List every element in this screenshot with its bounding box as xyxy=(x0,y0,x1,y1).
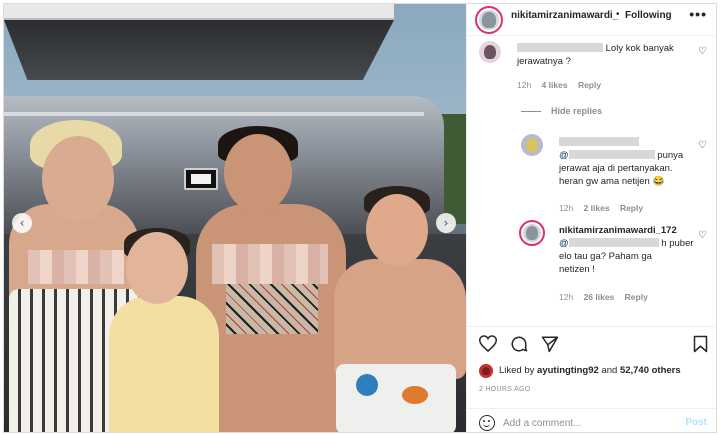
author-avatar[interactable] xyxy=(519,220,545,246)
author-avatar[interactable] xyxy=(475,6,503,34)
comment-icon[interactable] xyxy=(510,335,528,353)
reply-comment: @ punya jerawat aja di pertanyakan. hera… xyxy=(467,132,716,214)
reply-text: @ punya jerawat aja di pertanyakan. hera… xyxy=(559,136,699,188)
separator-dot: • xyxy=(616,9,620,20)
person-boy-right xyxy=(334,259,466,379)
likes-count[interactable]: 52,740 others xyxy=(620,365,681,376)
post-actions-bar xyxy=(467,326,716,356)
post-photo[interactable]: ‹ › xyxy=(4,4,466,432)
more-options-icon[interactable]: ••• xyxy=(689,6,707,22)
reply-button[interactable]: Reply xyxy=(578,80,601,90)
bookmark-icon[interactable] xyxy=(693,335,708,353)
liker-avatar[interactable] xyxy=(479,364,493,378)
hide-replies-button[interactable]: Hide replies xyxy=(551,106,602,116)
redacted-mention xyxy=(568,238,659,247)
comment-likes[interactable]: 4 likes xyxy=(542,80,568,90)
redacted-username xyxy=(517,43,603,52)
liker-username[interactable]: ayutingting92 xyxy=(537,365,599,376)
reply-comment: nikitamirzanimawardi_172 @ h puber elo t… xyxy=(467,218,716,308)
carousel-prev-button[interactable]: ‹ xyxy=(12,213,32,233)
post-comment-button[interactable]: Post xyxy=(685,417,707,428)
reply-meta: 12h 2 likes Reply xyxy=(559,203,644,213)
add-comment-row: Post xyxy=(467,408,716,432)
censor-blur xyxy=(212,244,328,284)
replier-avatar[interactable] xyxy=(521,134,543,156)
author-username[interactable]: nikitamirzanimawardi_ xyxy=(511,10,618,21)
comment-like-heart-icon[interactable]: ♡ xyxy=(698,46,707,57)
post-side-panel: nikitamirzanimawardi_ • Following ••• Lo… xyxy=(466,4,716,432)
post-timestamp[interactable]: 2 HOURS AGO xyxy=(479,386,531,393)
reply-meta: 12h 26 likes Reply xyxy=(559,292,648,302)
post-header: nikitamirzanimawardi_ • Following ••• xyxy=(467,4,716,36)
heart-icon[interactable] xyxy=(479,335,497,352)
comment: Loly kok banyak jerawatnya ? 12h 4 likes… xyxy=(467,40,716,98)
following-button[interactable]: Following xyxy=(625,10,672,21)
reply-button[interactable]: Reply xyxy=(620,203,643,213)
comment-meta: 12h 4 likes Reply xyxy=(517,80,609,90)
hide-replies-line xyxy=(521,111,541,112)
comment-time: 12h xyxy=(517,80,532,90)
reply-text: nikitamirzanimawardi_172 @ h puber elo t… xyxy=(559,225,694,275)
comment-like-heart-icon[interactable]: ♡ xyxy=(698,140,707,151)
carousel-next-button[interactable]: › xyxy=(436,213,456,233)
comment-text: Loly kok banyak jerawatnya ? xyxy=(517,43,674,67)
person-toddler xyxy=(109,296,219,432)
censor-blur xyxy=(28,250,124,284)
share-icon[interactable] xyxy=(541,335,559,353)
instagram-post: ‹ › nikitamirzanimawardi_ • Following ••… xyxy=(3,3,717,433)
commenter-avatar[interactable] xyxy=(479,41,501,63)
reply-button[interactable]: Reply xyxy=(625,292,648,302)
redacted-username xyxy=(559,137,639,146)
comment-like-heart-icon[interactable]: ♡ xyxy=(698,230,707,241)
emoji-icon[interactable] xyxy=(479,415,495,431)
reply-username[interactable]: nikitamirzanimawardi_172 xyxy=(559,225,677,236)
add-comment-input[interactable] xyxy=(503,415,673,431)
redacted-mention xyxy=(568,150,655,159)
